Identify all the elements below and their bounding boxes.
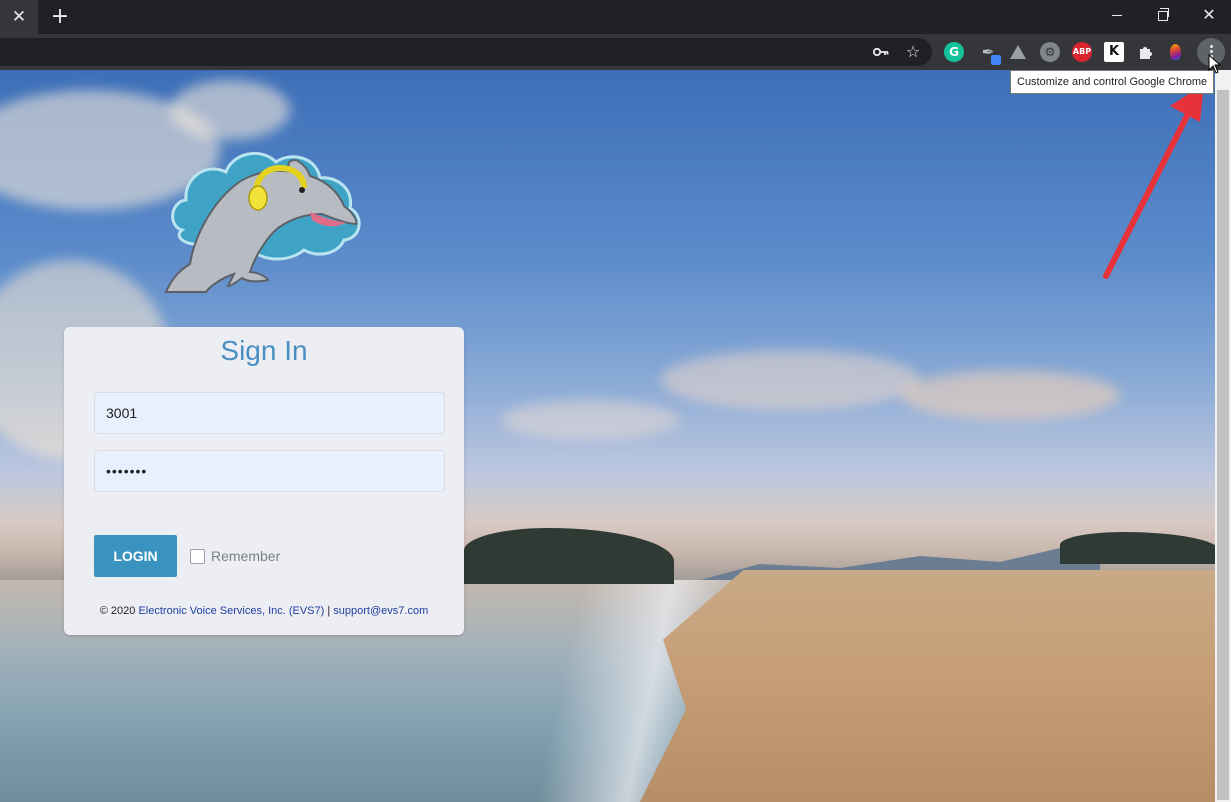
adblock-icon[interactable]: ABP — [1072, 42, 1092, 62]
grammarly-icon[interactable]: G — [944, 42, 964, 62]
restore-button[interactable] — [1140, 0, 1186, 30]
cloud — [170, 80, 290, 140]
annotation-arrow — [1096, 84, 1216, 288]
restore-icon — [1158, 7, 1169, 21]
footer-separator: | — [324, 605, 334, 617]
menu-tooltip: Customize and control Google Chrome — [1010, 70, 1215, 94]
profile-avatar-icon[interactable] — [1166, 42, 1186, 62]
puzzle-icon[interactable] — [1136, 42, 1156, 62]
gear-extension-icon[interactable]: ⚙ — [1040, 42, 1060, 62]
cloud — [900, 370, 1120, 420]
key-icon[interactable] — [872, 43, 890, 61]
cloud — [660, 350, 920, 410]
close-tab-icon[interactable]: ✕ — [0, 0, 38, 34]
login-button[interactable]: LOGIN — [94, 535, 177, 577]
cloud — [500, 400, 680, 440]
rocky-island — [464, 528, 674, 584]
menu-dot-icon — [1210, 50, 1213, 53]
username-input[interactable] — [94, 392, 445, 434]
address-bar[interactable]: ☆ — [0, 38, 932, 66]
drive-icon[interactable] — [1008, 42, 1028, 62]
sign-in-card: Sign In LOGIN Remember © 2020 Electronic… — [64, 327, 464, 635]
rocky-island — [1060, 532, 1215, 564]
k-extension-icon[interactable]: K — [1104, 42, 1124, 62]
minimize-button[interactable] — [1094, 0, 1140, 30]
company-link[interactable]: Electronic Voice Services, Inc. (EVS7) — [138, 605, 324, 617]
page-title: Sign In — [220, 335, 308, 366]
window-close-button[interactable]: ✕ — [1186, 0, 1231, 30]
copyright-text: © 2020 — [99, 605, 139, 617]
scrollbar-thumb[interactable] — [1217, 90, 1229, 800]
remember-checkbox[interactable]: Remember — [190, 546, 280, 566]
bookmark-star-icon[interactable]: ☆ — [904, 43, 922, 61]
new-tab-button[interactable]: + — [48, 5, 72, 29]
menu-dot-icon — [1210, 45, 1213, 48]
dolphin-logo — [160, 142, 366, 298]
beach-sand — [640, 570, 1215, 802]
tab-strip: ✕ + ✕ — [0, 0, 1231, 34]
eyedropper-icon[interactable]: ✒ — [978, 42, 1001, 65]
footer: © 2020 Electronic Voice Services, Inc. (… — [64, 605, 464, 617]
remember-label: Remember — [211, 548, 281, 564]
password-input[interactable] — [94, 450, 445, 492]
checkbox-icon[interactable] — [190, 548, 205, 564]
support-email-link[interactable]: support@evs7.com — [333, 605, 428, 617]
minimize-icon — [1112, 15, 1122, 16]
